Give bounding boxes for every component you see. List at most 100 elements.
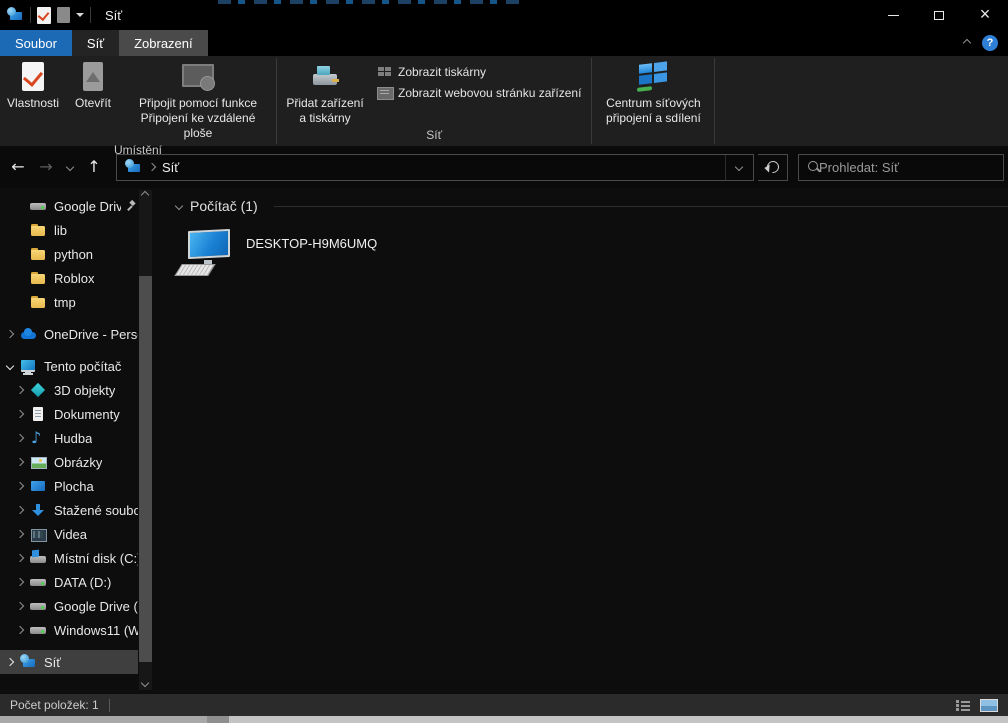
maximize-button[interactable] bbox=[916, 0, 962, 30]
sidebar-item-tmp[interactable]: tmp bbox=[0, 290, 138, 314]
details-view-button[interactable] bbox=[956, 699, 970, 711]
sidebar-item-downloads[interactable]: Stažené soubory bbox=[0, 498, 138, 522]
minimize-icon bbox=[887, 14, 899, 16]
chevron-right-icon[interactable] bbox=[15, 481, 25, 491]
remote-desktop-button[interactable]: Připojit pomocí funkce Připojení ke vzdá… bbox=[122, 59, 274, 143]
divider bbox=[714, 58, 716, 144]
search-input[interactable] bbox=[819, 159, 995, 175]
view-device-webpage-button[interactable]: Zobrazit webovou stránku zařízení bbox=[377, 86, 581, 100]
sidebar-item-lib[interactable]: lib bbox=[0, 218, 138, 242]
properties-icon bbox=[18, 61, 48, 93]
address-dropdown-button[interactable] bbox=[725, 154, 751, 180]
sidebar-item-network[interactable]: Síť bbox=[0, 650, 138, 674]
close-icon bbox=[980, 5, 991, 25]
open-icon bbox=[78, 61, 108, 93]
address-bar[interactable]: Síť bbox=[116, 153, 754, 181]
search-box bbox=[798, 153, 1004, 181]
network-computer-item[interactable]: DESKTOP-H9M6UMQ bbox=[174, 228, 1008, 278]
chevron-right-icon[interactable] bbox=[5, 329, 15, 339]
scrollbar-thumb[interactable] bbox=[139, 276, 152, 662]
chevron-right-icon[interactable] bbox=[15, 553, 25, 563]
drive-icon bbox=[30, 622, 47, 638]
tab-view[interactable]: Zobrazení bbox=[119, 30, 208, 56]
chevron-down-icon[interactable] bbox=[5, 361, 15, 371]
group-label-sharing bbox=[594, 128, 712, 146]
window-title: Síť bbox=[105, 7, 123, 23]
ribbon-tab-strip: Soubor Síť Zobrazení ? bbox=[0, 30, 1008, 56]
computer-item-label: DESKTOP-H9M6UMQ bbox=[246, 236, 378, 251]
onedrive-cloud-icon bbox=[20, 326, 37, 342]
sidebar-item-local-disk-c[interactable]: Místní disk (C:) bbox=[0, 546, 138, 570]
sidebar-item-pictures[interactable]: Obrázky bbox=[0, 450, 138, 474]
sidebar-item-data-d[interactable]: DATA (D:) bbox=[0, 570, 138, 594]
view-printers-button[interactable]: Zobrazit tiskárny bbox=[377, 65, 581, 79]
add-devices-button[interactable]: Přidat zařízení a tiskárny bbox=[279, 59, 371, 128]
search-icon bbox=[807, 160, 818, 174]
app-network-icon bbox=[7, 7, 24, 23]
minimize-ribbon-icon[interactable] bbox=[962, 38, 972, 48]
properties-button[interactable]: Vlastnosti bbox=[2, 59, 64, 113]
group-header-computer[interactable]: Počítač (1) bbox=[174, 198, 1008, 214]
breadcrumb-chevron-icon[interactable] bbox=[147, 162, 157, 172]
folder-icon bbox=[30, 270, 47, 286]
tab-network[interactable]: Síť bbox=[71, 30, 120, 56]
drive-icon bbox=[30, 598, 47, 614]
file-explorer-window: Síť Soubor Síť Zobrazení ? Vlastnosti bbox=[0, 0, 1008, 723]
up-arrow-icon: ↑ bbox=[87, 157, 101, 176]
sidebar-item-python[interactable]: python bbox=[0, 242, 138, 266]
collapse-group-icon[interactable] bbox=[174, 201, 184, 211]
scroll-down-icon[interactable] bbox=[140, 678, 150, 688]
chevron-right-icon[interactable] bbox=[5, 657, 15, 667]
sidebar-item-onedrive[interactable]: OneDrive - Personal bbox=[0, 322, 138, 346]
computer-icon bbox=[174, 228, 232, 278]
network-icon bbox=[125, 159, 142, 175]
divider bbox=[90, 7, 91, 23]
sidebar-item-roblox[interactable]: Roblox bbox=[0, 266, 138, 290]
breadcrumb-path[interactable]: Síť bbox=[162, 160, 179, 175]
chevron-right-icon[interactable] bbox=[15, 529, 25, 539]
thumbnail-view-button[interactable] bbox=[980, 698, 998, 712]
drive-icon bbox=[30, 198, 47, 214]
chevron-right-icon[interactable] bbox=[15, 433, 25, 443]
sidebar-item-documents[interactable]: Dokumenty bbox=[0, 402, 138, 426]
forward-button[interactable]: → bbox=[34, 154, 58, 180]
chevron-down-icon bbox=[734, 162, 743, 172]
up-button[interactable]: ↑ bbox=[82, 154, 106, 180]
background-window-sliver bbox=[218, 0, 520, 4]
properties-quick-icon[interactable] bbox=[37, 6, 51, 24]
refresh-button[interactable] bbox=[758, 153, 788, 181]
sidebar-item-windows11-w[interactable]: Windows11 (W:) bbox=[0, 618, 138, 642]
chevron-right-icon[interactable] bbox=[15, 577, 25, 587]
network-icon bbox=[20, 654, 37, 670]
sidebar-item-this-pc[interactable]: Tento počítač bbox=[0, 354, 138, 378]
close-button[interactable] bbox=[962, 0, 1008, 30]
back-button[interactable]: ← bbox=[6, 154, 30, 180]
recent-locations-button[interactable] bbox=[62, 154, 78, 180]
divider bbox=[108, 698, 110, 712]
printers-grid-icon bbox=[377, 65, 393, 79]
sidebar-item-desktop[interactable]: Plocha bbox=[0, 474, 138, 498]
file-quick-icon[interactable] bbox=[57, 7, 70, 23]
chevron-down-icon bbox=[65, 162, 75, 172]
chevron-right-icon[interactable] bbox=[15, 385, 25, 395]
sidebar-item-videos[interactable]: Videa bbox=[0, 522, 138, 546]
sidebar-item-google-drive-h[interactable]: Google Drive (H:) bbox=[0, 594, 138, 618]
sidebar-item-music[interactable]: Hudba bbox=[0, 426, 138, 450]
sidebar-scrollbar[interactable] bbox=[139, 190, 152, 690]
tab-file[interactable]: Soubor bbox=[0, 30, 72, 56]
sidebar-item-3d-objects[interactable]: 3D objekty bbox=[0, 378, 138, 402]
chevron-right-icon[interactable] bbox=[15, 505, 25, 515]
help-icon[interactable]: ? bbox=[982, 35, 998, 51]
network-center-button[interactable]: Centrum síťových připojení a sdílení bbox=[594, 59, 712, 128]
scroll-up-icon[interactable] bbox=[140, 190, 150, 200]
qat-dropdown-icon[interactable] bbox=[76, 13, 84, 17]
open-button[interactable]: Otevřít bbox=[64, 59, 122, 113]
chevron-right-icon[interactable] bbox=[15, 601, 25, 611]
ribbon-group-sharing: Centrum síťových připojení a sdílení bbox=[592, 56, 714, 146]
chevron-right-icon[interactable] bbox=[15, 457, 25, 467]
sidebar-item-google-drive-pinned[interactable]: Google Drive bbox=[0, 194, 138, 218]
minimize-button[interactable] bbox=[870, 0, 916, 30]
chevron-right-icon[interactable] bbox=[15, 409, 25, 419]
downloads-icon bbox=[30, 502, 47, 518]
chevron-right-icon[interactable] bbox=[15, 625, 25, 635]
